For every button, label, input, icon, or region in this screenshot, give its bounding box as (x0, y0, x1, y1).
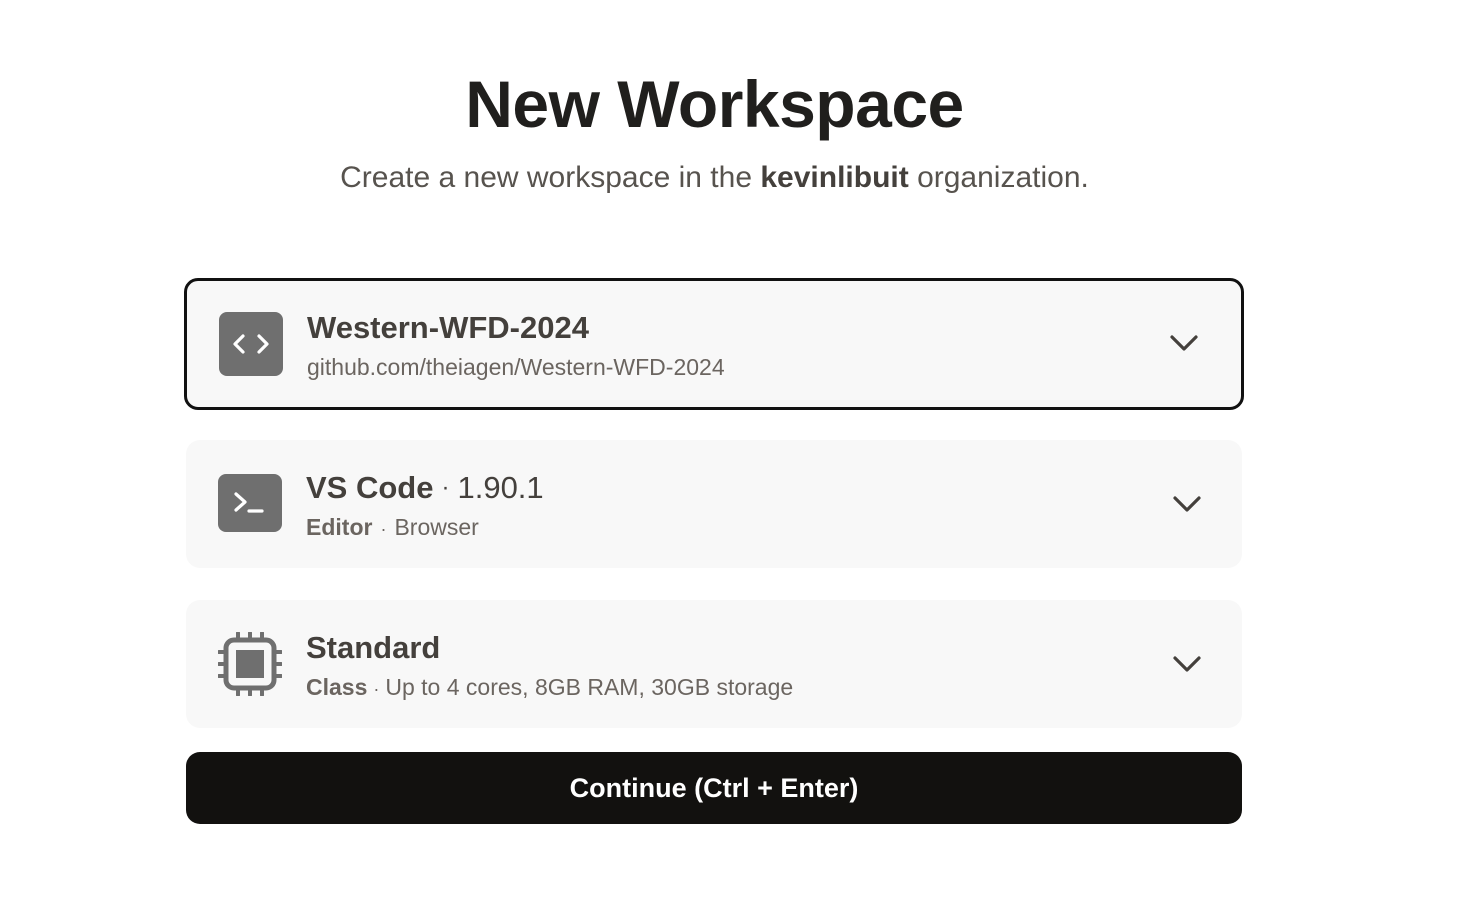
machine-class-details: Class · Up to 4 cores, 8GB RAM, 30GB stora… (306, 670, 793, 706)
organization-name: kevinlibuit (760, 161, 909, 194)
cpu-chip-icon (218, 632, 282, 696)
chevron-down-icon[interactable] (1170, 650, 1204, 678)
machine-class-spec: Up to 4 cores, 8GB RAM, 30GB storage (385, 674, 794, 700)
editor-version: 1.90.1 (457, 470, 544, 505)
terminal-icon (218, 474, 282, 532)
continue-button[interactable]: Continue (Ctrl + Enter) (186, 752, 1242, 824)
repository-selector[interactable]: Western-WFD-2024 github.com/theiagen/Wes… (184, 278, 1244, 410)
subtitle-prefix: Create a new workspace in the (340, 161, 753, 194)
machine-class-selector[interactable]: Standard Class · Up to 4 cores, 8GB RAM, 3… (186, 600, 1242, 728)
repository-name: Western-WFD-2024 (307, 310, 589, 345)
editor-name: VS Code (306, 470, 434, 505)
page-title: New Workspace (465, 67, 964, 141)
repository-info: Western-WFD-2024 github.com/theiagen/Wes… (307, 308, 725, 384)
machine-class-separator: · (373, 679, 380, 699)
machine-class-name: Standard (306, 630, 441, 665)
editor-details: Editor · Browser (306, 510, 544, 546)
subtitle-suffix: organization. (917, 161, 1089, 194)
code-brackets-icon (219, 312, 283, 376)
editor-detail-separator: · (380, 519, 387, 539)
editor-selector[interactable]: VS Code · 1.90.1 Editor · Browser (186, 440, 1242, 568)
chevron-down-icon[interactable] (1167, 329, 1201, 357)
page-subtitle: Create a new workspace in the kevinlibui… (0, 158, 1429, 198)
editor-label: Editor (306, 514, 373, 540)
editor-separator: · (441, 474, 450, 501)
machine-class-info: Standard Class · Up to 4 cores, 8GB RAM, 3… (306, 628, 793, 706)
repository-url: github.com/theiagen/Western-WFD-2024 (307, 354, 725, 380)
chevron-down-icon[interactable] (1170, 490, 1204, 518)
editor-info: VS Code · 1.90.1 Editor · Browser (306, 468, 544, 546)
new-workspace-page: New Workspace Create a new workspace in … (0, 0, 1464, 908)
editor-title: VS Code · 1.90.1 (306, 468, 544, 508)
machine-class-label: Class (306, 674, 368, 700)
editor-type: Browser (394, 514, 479, 540)
